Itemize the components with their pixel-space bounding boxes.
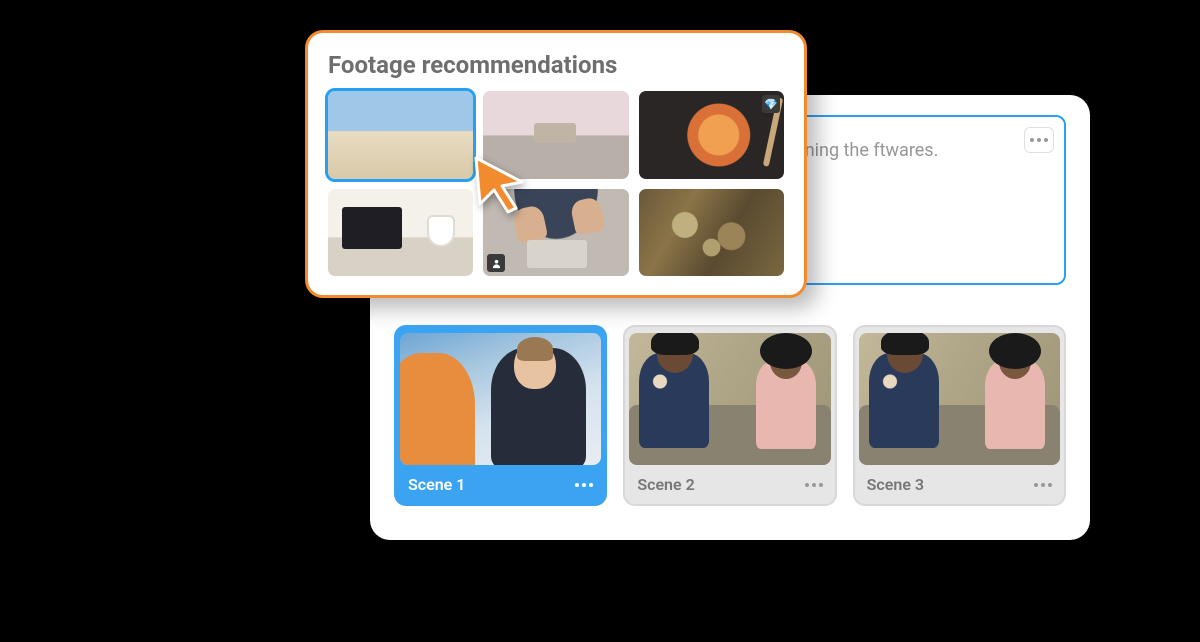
scene-thumbnail — [859, 333, 1060, 465]
reco-item-hands-typing[interactable] — [483, 189, 628, 277]
reco-item-food-bowl[interactable]: 💎 — [639, 91, 784, 179]
recommendations-grid: 💎 — [328, 91, 784, 276]
scene-card-3[interactable]: Scene 3 — [853, 325, 1066, 506]
user-badge-icon — [487, 254, 505, 272]
scene-label: Scene 1 — [408, 475, 465, 494]
scene-card-2[interactable]: Scene 2 — [623, 325, 836, 506]
reco-item-battle-painting[interactable] — [639, 189, 784, 277]
reco-item-laptop-desk[interactable] — [328, 189, 473, 277]
script-more-button[interactable] — [1024, 127, 1054, 153]
recommendations-title: Footage recommendations — [328, 51, 784, 79]
ellipsis-icon — [1030, 138, 1048, 142]
scene-thumbnail — [629, 333, 830, 465]
reco-item-desert-beach[interactable] — [328, 91, 473, 179]
footage-recommendations-panel: Footage recommendations 💎 — [305, 30, 807, 298]
reco-item-van-on-shore[interactable] — [483, 91, 628, 179]
scene-more-icon[interactable] — [1034, 483, 1052, 487]
scene-card-1[interactable]: Scene 1 — [394, 325, 607, 506]
scene-thumbnail — [400, 333, 601, 465]
scene-label: Scene 3 — [867, 475, 924, 494]
scene-more-icon[interactable] — [805, 483, 823, 487]
scenes-row: Scene 1 Scene 2 Scene 3 — [394, 325, 1066, 506]
scene-more-icon[interactable] — [575, 483, 593, 487]
scene-label: Scene 2 — [637, 475, 694, 494]
premium-badge-icon: 💎 — [762, 95, 780, 113]
